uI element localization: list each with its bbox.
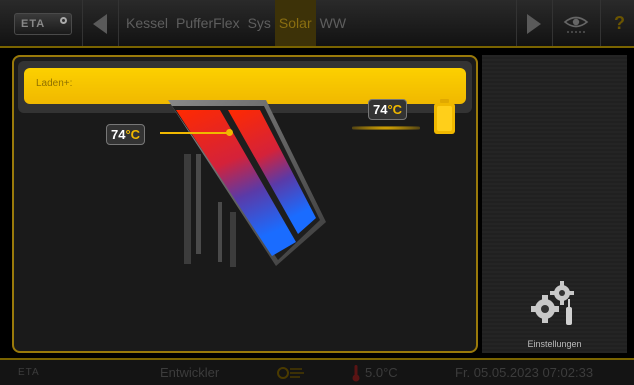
storage-temperature-badge[interactable]: 74°C <box>368 99 408 120</box>
status-bar: ETA Entwickler 5.0°C Fr. 05.05.2023 07:0… <box>0 358 634 385</box>
collector-temp-unit: °C <box>125 127 141 142</box>
user-name[interactable]: Entwickler <box>160 360 219 385</box>
status-logo: ETA <box>18 367 40 378</box>
eye-icon[interactable] <box>563 13 589 35</box>
next-arrow-icon[interactable] <box>527 14 541 34</box>
divider <box>600 0 601 46</box>
status-banner-text: Laden+: <box>36 78 73 89</box>
storage-battery-icon[interactable] <box>433 99 456 135</box>
tab-ww[interactable]: WW <box>316 0 350 46</box>
thermometer-icon <box>352 365 360 382</box>
top-navigation-bar: ETA Kessel PufferFlex Sys Solar WW ? <box>0 0 634 48</box>
storage-temp-value: 74 <box>373 102 388 117</box>
collector-temp-leader-line <box>160 132 228 134</box>
outside-temperature: 5.0°C <box>365 365 398 380</box>
collector-sensor-dot <box>226 129 233 136</box>
divider <box>552 0 553 46</box>
settings-label[interactable]: Einstellungen <box>482 339 627 349</box>
settings-gears-icon[interactable] <box>530 281 580 327</box>
previous-arrow-icon[interactable] <box>93 14 107 34</box>
logo-text: ETA <box>21 18 46 30</box>
storage-glow-indicator <box>352 126 420 130</box>
logo-ring-icon <box>60 17 67 24</box>
tab-sys[interactable]: Sys <box>244 0 275 46</box>
solar-collector-illustration[interactable] <box>148 92 348 272</box>
tab-strip: Kessel PufferFlex Sys Solar WW <box>122 0 350 46</box>
divider <box>82 0 83 46</box>
divider <box>516 0 517 46</box>
date-time: Fr. 05.05.2023 07:02:33 <box>455 365 594 380</box>
tab-solar[interactable]: Solar <box>274 0 316 46</box>
side-panel: Einstellungen <box>482 55 627 353</box>
tab-pufferflex[interactable]: PufferFlex <box>172 0 244 46</box>
tab-kessel[interactable]: Kessel <box>122 0 172 46</box>
collector-temp-value: 74 <box>111 127 126 142</box>
weather-sun-cloud-icon <box>277 367 304 379</box>
collector-temperature-badge[interactable]: 74°C <box>106 124 146 145</box>
divider <box>118 0 119 46</box>
eta-logo[interactable]: ETA <box>14 13 72 35</box>
storage-temp-unit: °C <box>387 102 403 117</box>
help-icon[interactable]: ? <box>614 13 625 34</box>
